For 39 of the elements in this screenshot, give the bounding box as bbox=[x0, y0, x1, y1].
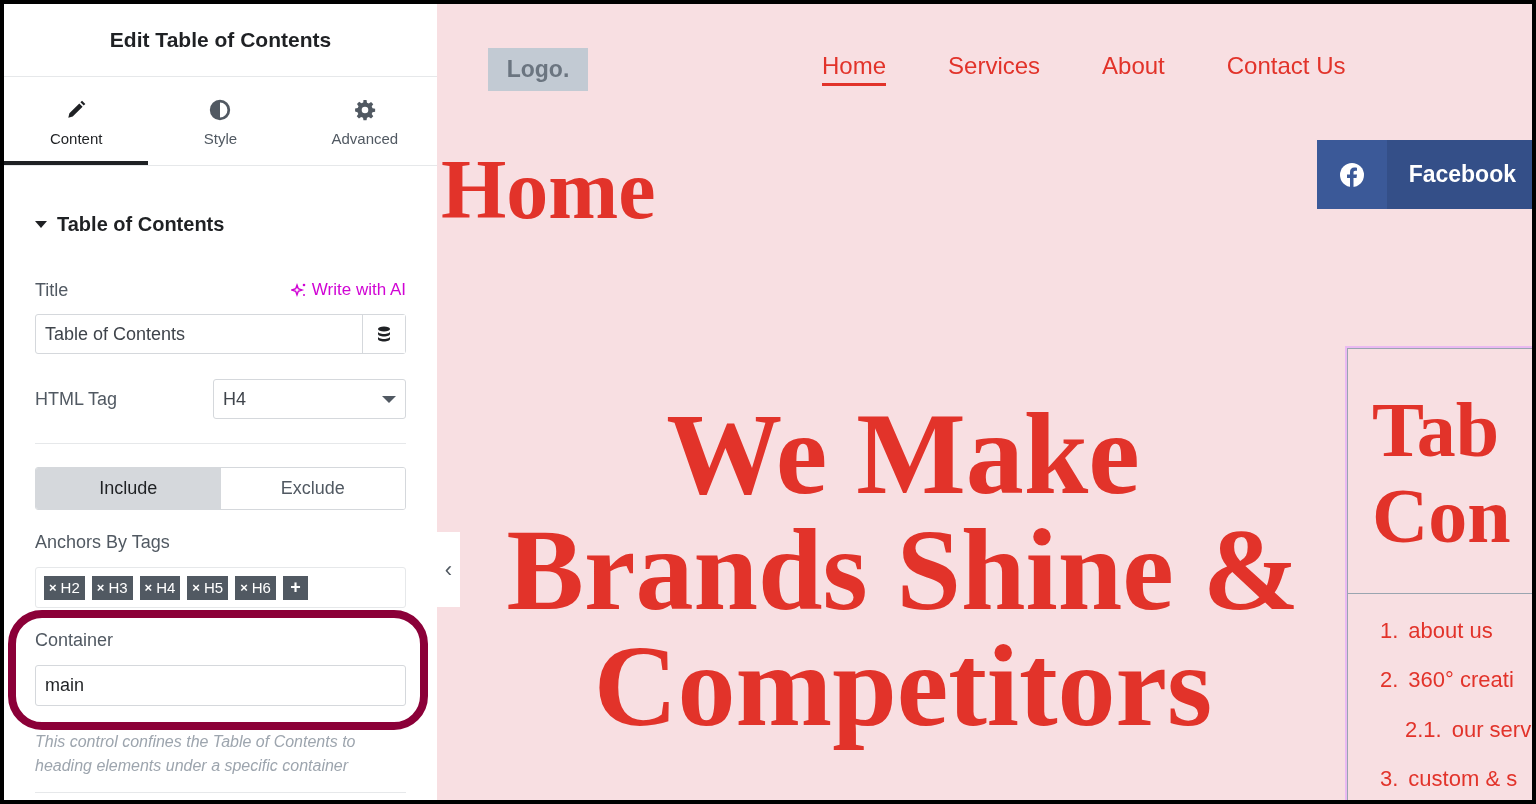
field-label: Title bbox=[35, 279, 69, 301]
facebook-share-button[interactable]: Facebook bbox=[1316, 140, 1532, 209]
tags-field[interactable]: × H2 × H3 × H4 × H5 × H6 + bbox=[35, 567, 406, 608]
toc-title: Tab Con bbox=[1348, 349, 1532, 594]
sparkle-icon bbox=[290, 282, 307, 298]
nav-link[interactable]: Services bbox=[948, 52, 1041, 86]
panel-tab[interactable]: Content bbox=[4, 77, 149, 165]
toc-link[interactable]: 2. 360° creati bbox=[1380, 667, 1514, 692]
panel-tab[interactable]: Style bbox=[148, 77, 293, 165]
nav-link[interactable]: About bbox=[1102, 52, 1165, 86]
nav-link[interactable]: Home bbox=[822, 52, 887, 86]
hero-heading: We Make Brands Shine & Competitors bbox=[505, 396, 1301, 752]
field-label: Anchors By Tags bbox=[35, 532, 171, 553]
nav-link[interactable]: Contact Us bbox=[1226, 52, 1346, 86]
contrast-icon bbox=[209, 99, 232, 121]
tag-chip[interactable]: × H2 bbox=[44, 575, 85, 600]
add-tag-button[interactable]: + bbox=[282, 575, 308, 600]
collapse-handle[interactable]: ‹ bbox=[437, 532, 460, 607]
tag-chip[interactable]: × H3 bbox=[91, 575, 133, 600]
toc-link[interactable]: 1. about us bbox=[1380, 618, 1493, 643]
toc-link[interactable]: 3. custom & s bbox=[1380, 766, 1518, 791]
panel-tab[interactable]: Advanced bbox=[292, 77, 437, 165]
facebook-icon bbox=[1338, 161, 1365, 188]
page-title: Home bbox=[441, 142, 656, 232]
toc-link[interactable]: 2.1. our serv bbox=[1405, 717, 1532, 742]
tag-chip[interactable]: × H6 bbox=[235, 575, 276, 600]
tag-chip[interactable]: × H4 bbox=[139, 575, 181, 600]
container-input[interactable]: main bbox=[35, 665, 406, 706]
html-tag-select[interactable]: H4 bbox=[213, 379, 406, 419]
panel-title: Edit Table of Contents bbox=[109, 28, 332, 52]
write-with-ai-link[interactable]: Write with AI bbox=[290, 280, 406, 300]
settings-icon bbox=[353, 99, 376, 121]
pencil-icon bbox=[65, 99, 88, 121]
toggle-option[interactable]: Include bbox=[36, 468, 221, 509]
field-label: HTML Tag bbox=[35, 388, 118, 410]
section-header[interactable]: Table of Contents bbox=[35, 210, 225, 238]
help-text: This control confines the Table of Contents to heading elements under a specific container bbox=[35, 732, 357, 776]
field-label: Container bbox=[35, 630, 115, 651]
tag-chip[interactable]: × H5 bbox=[187, 575, 229, 600]
